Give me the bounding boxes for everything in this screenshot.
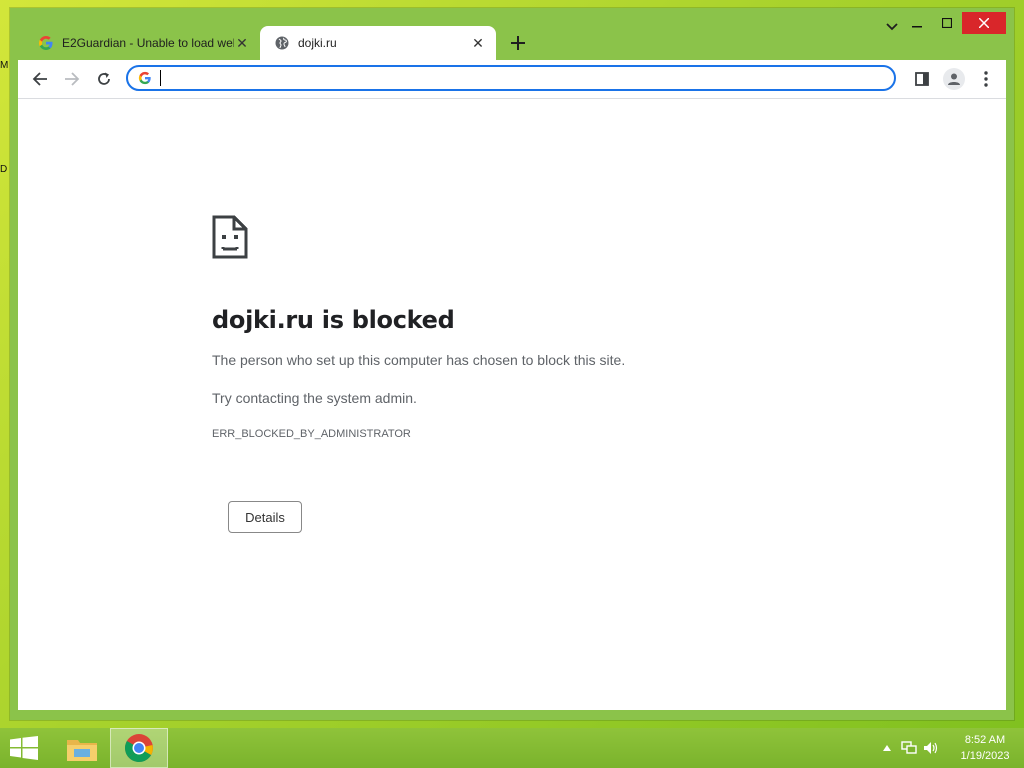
tab-e2guardian[interactable]: E2Guardian - Unable to load web ✕ bbox=[24, 26, 260, 60]
error-suggestion: Try contacting the system admin. bbox=[212, 390, 417, 406]
tab-title: E2Guardian - Unable to load web bbox=[62, 36, 234, 50]
clock-time: 8:52 AM bbox=[964, 734, 1006, 746]
arrow-left-icon bbox=[32, 72, 47, 86]
side-panel-icon bbox=[915, 72, 929, 86]
system-tray: 8:52 AM 1/19/2023 bbox=[876, 728, 1024, 768]
chevron-down-icon bbox=[886, 23, 898, 31]
start-button[interactable] bbox=[0, 728, 48, 768]
sad-document-icon bbox=[212, 215, 248, 259]
folder-icon bbox=[67, 740, 97, 761]
error-message: The person who set up this computer has … bbox=[212, 352, 626, 368]
tab-strip: E2Guardian - Unable to load web ✕ dojki.… bbox=[24, 26, 1014, 60]
text-caret bbox=[160, 70, 161, 86]
tab-dojki[interactable]: dojki.ru ✕ bbox=[260, 26, 496, 60]
taskbar-clock[interactable]: 8:52 AM 1/19/2023 bbox=[946, 732, 1024, 764]
chevron-up-icon bbox=[883, 745, 891, 751]
volume-icon[interactable] bbox=[920, 737, 942, 759]
address-bar[interactable] bbox=[126, 65, 896, 91]
menu-button[interactable] bbox=[970, 63, 1002, 95]
chrome-icon bbox=[125, 734, 153, 763]
arrow-right-icon bbox=[65, 72, 80, 86]
plus-icon bbox=[511, 36, 525, 50]
browser-toolbar bbox=[18, 60, 1006, 99]
kebab-menu-icon bbox=[984, 71, 988, 87]
tab-close-icon[interactable]: ✕ bbox=[234, 35, 250, 51]
new-tab-button[interactable] bbox=[504, 29, 532, 57]
avatar bbox=[943, 68, 965, 90]
profile-button[interactable] bbox=[938, 63, 970, 95]
google-g-icon bbox=[138, 71, 151, 85]
windows-logo-icon bbox=[10, 736, 38, 760]
tab-close-icon[interactable]: ✕ bbox=[470, 35, 486, 51]
browser-window: E2Guardian - Unable to load web ✕ dojki.… bbox=[10, 8, 1014, 720]
page-content: dojki.ru is blocked The person who set u… bbox=[18, 99, 1006, 710]
desktop-icon-label[interactable]: D bbox=[0, 164, 10, 175]
error-container: dojki.ru is blocked The person who set u… bbox=[212, 215, 812, 533]
show-hidden-icons-button[interactable] bbox=[876, 737, 898, 759]
person-icon bbox=[948, 73, 960, 85]
error-title: dojki.ru is blocked bbox=[212, 306, 455, 334]
network-icon bbox=[901, 741, 917, 754]
taskbar-file-explorer[interactable] bbox=[58, 728, 106, 768]
taskbar: 8:52 AM 1/19/2023 bbox=[0, 728, 1024, 768]
error-code: ERR_BLOCKED_BY_ADMINISTRATOR bbox=[212, 428, 411, 440]
side-panel-button[interactable] bbox=[906, 63, 938, 95]
tab-search-button[interactable] bbox=[886, 18, 898, 34]
back-button[interactable] bbox=[24, 63, 56, 95]
tab-title: dojki.ru bbox=[298, 36, 337, 50]
clock-date: 1/19/2023 bbox=[960, 750, 1010, 762]
globe-icon bbox=[275, 36, 289, 50]
taskbar-chrome[interactable] bbox=[110, 728, 168, 768]
reload-button[interactable] bbox=[88, 63, 120, 95]
reload-icon bbox=[98, 72, 110, 85]
google-g-icon bbox=[39, 36, 53, 50]
forward-button[interactable] bbox=[56, 63, 88, 95]
network-icon[interactable] bbox=[898, 737, 920, 759]
desktop-icon-label[interactable]: M bbox=[0, 60, 10, 71]
details-button[interactable]: Details bbox=[228, 501, 302, 533]
address-input[interactable] bbox=[169, 67, 894, 89]
speaker-icon bbox=[924, 742, 938, 754]
toolbar-right bbox=[906, 63, 1002, 95]
